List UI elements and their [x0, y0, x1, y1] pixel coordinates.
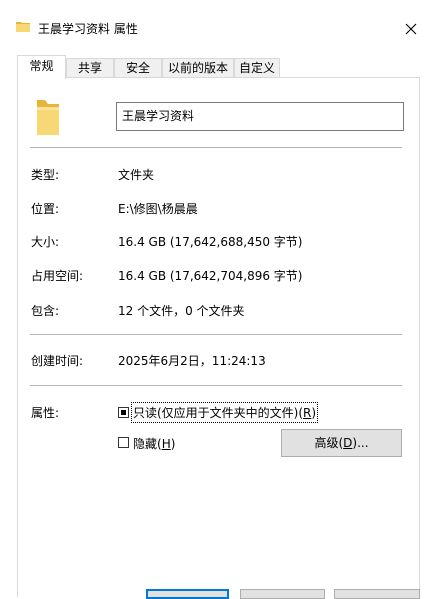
folder-name-input[interactable]: 王晨学习资料: [116, 102, 404, 131]
indeterminate-mark: [121, 410, 126, 415]
tab-previous-versions[interactable]: 以前的版本: [162, 58, 234, 77]
size-value: 16.4 GB (17,642,688,450 字节): [118, 235, 303, 249]
folder-icon: [16, 22, 30, 32]
created-value: 2025年6月2日，11:24:13: [118, 354, 266, 368]
size-on-disk-value: 16.4 GB (17,642,704,896 字节): [118, 269, 303, 283]
contains-value: 12 个文件，0 个文件夹: [118, 304, 245, 318]
ok-button[interactable]: [146, 589, 229, 599]
advanced-text: 高级(: [314, 436, 344, 450]
advanced-suffix: )...: [352, 436, 369, 450]
readonly-suffix: ): [311, 406, 317, 420]
tab-label: 以前的版本: [167, 61, 228, 75]
general-panel: [17, 77, 420, 597]
location-label: 位置:: [31, 202, 60, 216]
tab-customize[interactable]: 自定义: [234, 58, 280, 77]
readonly-checkbox-label[interactable]: 只读(仅应用于文件夹中的文件)(R): [130, 402, 319, 423]
folder-icon: [37, 100, 59, 135]
separator: [30, 334, 402, 335]
tab-label: 自定义: [238, 61, 275, 75]
size-label: 大小:: [31, 235, 60, 249]
close-button[interactable]: [396, 14, 426, 44]
tab-security[interactable]: 安全: [114, 58, 162, 77]
location-value: E:\修图\杨晨晨: [118, 202, 198, 216]
advanced-button[interactable]: 高级(D)...: [281, 429, 402, 457]
window-title: 王晨学习资料 属性: [38, 22, 138, 36]
tab-general[interactable]: 常规: [17, 55, 66, 79]
readonly-text: 只读(仅应用于文件夹中的文件)(: [133, 406, 304, 420]
separator: [30, 147, 402, 148]
hidden-checkbox-label[interactable]: 隐藏(H): [133, 435, 175, 452]
tab-label: 安全: [125, 61, 150, 75]
hidden-accesskey: H: [161, 437, 171, 451]
type-label: 类型:: [31, 168, 60, 182]
hidden-suffix: ): [170, 437, 176, 451]
tab-sharing[interactable]: 共享: [66, 58, 114, 77]
created-label: 创建时间:: [31, 354, 84, 368]
readonly-checkbox[interactable]: [118, 407, 129, 418]
hidden-checkbox[interactable]: [118, 437, 129, 448]
attributes-label: 属性:: [31, 406, 60, 420]
contains-label: 包含:: [31, 304, 60, 318]
tab-label: 共享: [77, 61, 102, 75]
tab-label: 常规: [29, 59, 54, 73]
size-on-disk-label: 占用空间:: [31, 269, 84, 283]
separator: [30, 385, 402, 386]
type-value: 文件夹: [118, 168, 155, 182]
hidden-text: 隐藏(: [133, 437, 162, 451]
close-icon: [405, 23, 417, 35]
cancel-button[interactable]: [240, 589, 325, 599]
apply-button[interactable]: [334, 589, 420, 599]
title-bar: 王晨学习资料 属性: [0, 0, 427, 52]
